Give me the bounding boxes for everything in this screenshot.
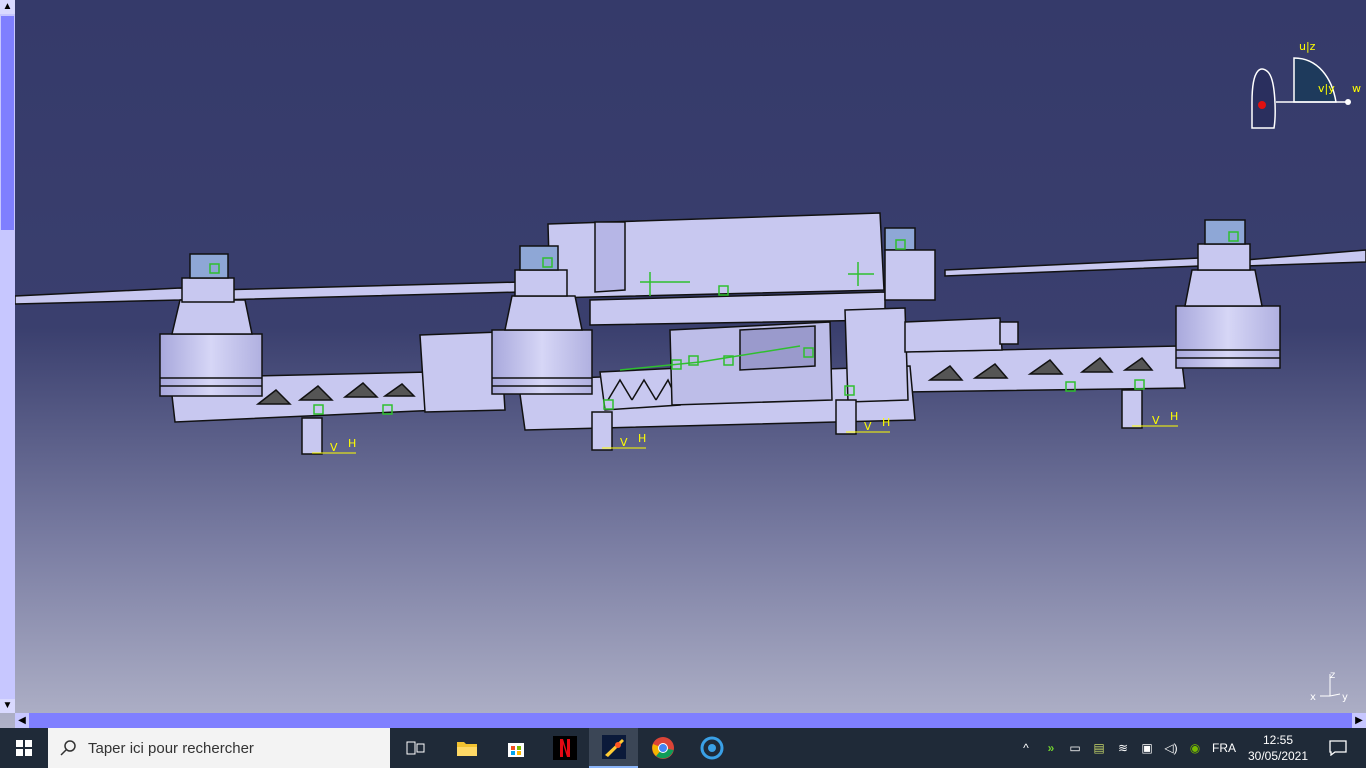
svg-text:z: z (1330, 670, 1335, 681)
scroll-up-button[interactable]: ▲ (0, 0, 15, 14)
tray-nvidia-chevron[interactable]: » (1040, 728, 1062, 768)
nvidia-icon: ◉ (1189, 741, 1201, 755)
tray-display[interactable]: ▣ (1136, 728, 1158, 768)
svg-text:y: y (1342, 692, 1348, 703)
language-indicator[interactable]: FRA (1208, 728, 1240, 768)
drone-3d-model[interactable]: VH VH VH VH (0, 0, 1366, 728)
chrome-button[interactable] (638, 728, 687, 768)
compass-widget[interactable]: u|z v|y w (1240, 36, 1366, 136)
tray-wifi[interactable]: ≋ (1112, 728, 1134, 768)
svg-text:H: H (348, 437, 356, 450)
svg-text:x: x (1310, 692, 1316, 703)
motor-rear-center (884, 227, 936, 301)
chrome-icon (651, 737, 674, 759)
volume-icon: ◁) (1164, 741, 1178, 755)
svg-text:H: H (638, 432, 646, 445)
axis-triad: z x y (1310, 670, 1348, 703)
display-icon: ▣ (1141, 741, 1153, 755)
file-explorer-button[interactable] (442, 728, 491, 768)
svg-text:V: V (864, 420, 872, 433)
task-view-icon (406, 741, 424, 755)
search-placeholder: Taper ici pour rechercher (88, 739, 254, 757)
horizontal-scrollbar[interactable]: ◀ ▶ (15, 713, 1366, 728)
settings-app-icon (700, 736, 723, 760)
catia-icon (601, 735, 626, 759)
battery-pack (547, 212, 886, 326)
motor-front-left (159, 253, 263, 397)
tray-nvidia[interactable]: ◉ (1184, 728, 1206, 768)
catia-button[interactable] (589, 728, 638, 768)
task-view-button[interactable] (391, 728, 440, 768)
netflix-button[interactable] (540, 728, 589, 768)
cad-viewport[interactable]: VH VH VH VH u|z v|y w z x y ▲ ▼ ◀ ▶ (0, 0, 1366, 728)
clock-date: 30/05/2021 (1247, 749, 1309, 763)
windows-taskbar: Taper ici pour rechercher ^ » ▭ ▤ ≋ ▣ ◁)… (0, 728, 1366, 768)
clock[interactable]: 12:55 30/05/2021 (1240, 728, 1316, 768)
show-hidden-icons-button[interactable]: ^ (1014, 728, 1038, 768)
notification-icon (1329, 740, 1347, 756)
chevron-up-icon: ^ (1023, 741, 1029, 755)
motor-front-right (1175, 219, 1281, 369)
language-label: FRA (1212, 741, 1236, 755)
taskbar-search-box[interactable]: Taper ici pour rechercher (48, 728, 390, 768)
folder-icon (456, 742, 477, 756)
svg-text:H: H (1170, 410, 1178, 423)
search-icon (60, 740, 76, 756)
wifi-icon: ≋ (1117, 741, 1129, 755)
settings-button[interactable] (687, 728, 736, 768)
microsoft-store-button[interactable] (491, 728, 540, 768)
scroll-left-button[interactable]: ◀ (15, 713, 29, 728)
compass-label-w: w (1352, 82, 1361, 95)
svg-text:V: V (330, 441, 338, 454)
tray-volume[interactable]: ◁) (1160, 728, 1182, 768)
svg-text:H: H (882, 416, 890, 429)
green-chevron-icon: » (1047, 741, 1055, 755)
netflix-icon (552, 736, 577, 760)
scroll-down-button[interactable]: ▼ (0, 699, 15, 713)
compass-label-vy: v|y (1318, 82, 1335, 95)
notifications-button[interactable] (1318, 728, 1358, 768)
battery-icon: ▭ (1069, 741, 1081, 755)
tray-battery[interactable]: ▭ (1064, 728, 1086, 768)
svg-text:V: V (620, 436, 628, 449)
store-icon (507, 743, 524, 757)
svg-text:V: V (1152, 414, 1160, 427)
start-button[interactable] (0, 728, 48, 768)
monitor-app-icon: ▤ (1093, 741, 1105, 755)
tray-app-icon[interactable]: ▤ (1088, 728, 1110, 768)
vertical-scroll-thumb[interactable] (1, 16, 14, 230)
vertical-scrollbar[interactable]: ▲ ▼ (0, 0, 15, 713)
windows-logo-icon (16, 740, 32, 756)
scroll-right-button[interactable]: ▶ (1352, 713, 1366, 728)
compass-label-uz: u|z (1299, 40, 1316, 53)
clock-time: 12:55 (1262, 733, 1294, 747)
